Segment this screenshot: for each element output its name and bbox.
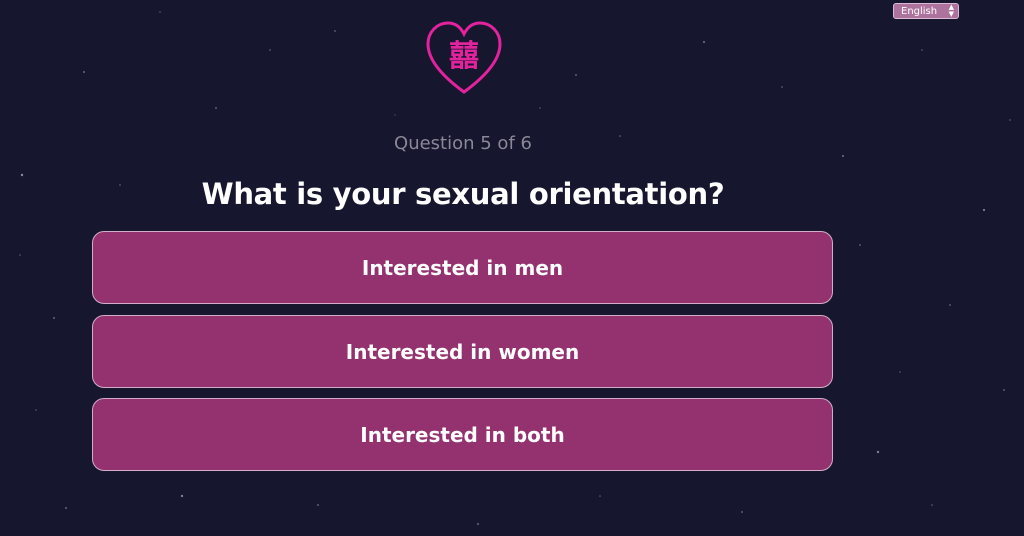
language-select-value: English (901, 6, 938, 17)
updown-arrows-icon: ▲ ▼ (948, 3, 954, 18)
option-interested-in-men-button[interactable]: Interested in men (92, 231, 833, 304)
language-select[interactable]: English ▲ ▼ (893, 3, 959, 19)
option-interested-in-women-button[interactable]: Interested in women (92, 315, 833, 388)
question-progress: Question 5 of 6 (394, 133, 532, 154)
heart-double-happiness-icon: 囍 (424, 20, 504, 96)
question-title: What is your sexual orientation? (201, 177, 725, 211)
option-interested-in-both-button[interactable]: Interested in both (92, 398, 833, 471)
logo-glyph: 囍 (449, 39, 479, 74)
